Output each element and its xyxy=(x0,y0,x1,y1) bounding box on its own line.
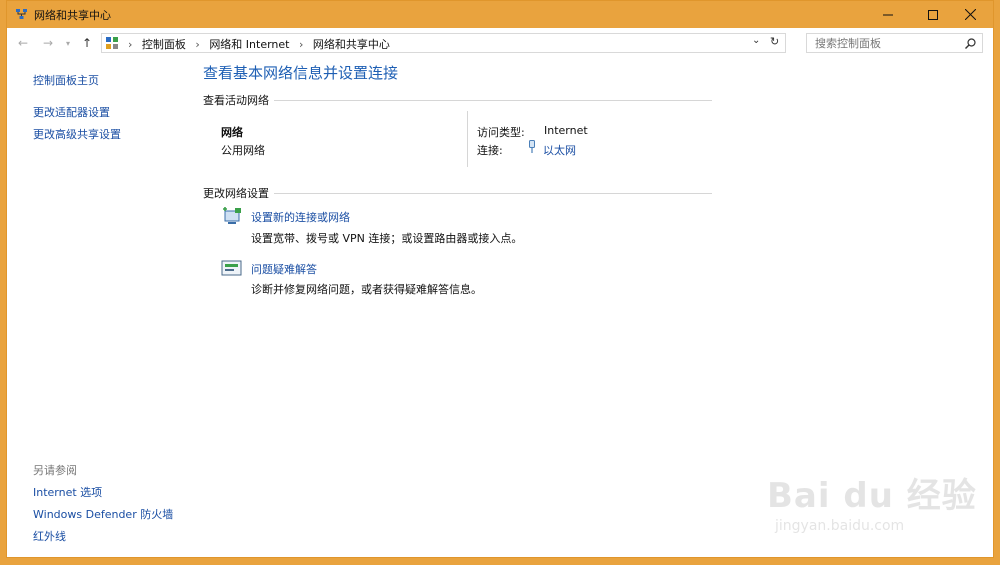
close-icon xyxy=(964,9,976,20)
search-input[interactable] xyxy=(813,36,957,51)
sidebar-item-adapter-settings[interactable]: 更改适配器设置 xyxy=(33,104,110,120)
breadcrumb: › 控制面板 › 网络和 Internet › 网络和共享中心 xyxy=(128,38,390,51)
refresh-icon[interactable]: ↻ xyxy=(770,35,779,48)
sidebar-item-advanced-sharing[interactable]: 更改高级共享设置 xyxy=(33,126,121,142)
sidebar-link-internet-options[interactable]: Internet 选项 xyxy=(33,484,102,500)
watermark: Bai du 经验 jingyan.baidu.com xyxy=(767,456,976,546)
access-type-value: Internet xyxy=(544,124,588,137)
vertical-divider xyxy=(467,111,468,167)
troubleshoot-link[interactable]: 问题疑难解答 xyxy=(251,261,317,277)
change-settings-heading: 更改网络设置 xyxy=(203,187,269,200)
sidebar-link-infrared[interactable]: 红外线 xyxy=(33,528,66,544)
new-connection-icon xyxy=(223,207,241,224)
watermark-text: Bai du 经验 xyxy=(767,476,977,516)
sidebar-item-home[interactable]: 控制面板主页 xyxy=(33,72,99,88)
ethernet-icon xyxy=(529,140,535,153)
control-panel-window: 网络和共享中心 ← → ▾ ↑ › 控制面板 › 网络和 Internet › … xyxy=(6,0,994,558)
search-icon[interactable] xyxy=(965,38,976,49)
forward-button[interactable]: → xyxy=(43,36,53,50)
breadcrumb-item[interactable]: 网络和 Internet xyxy=(209,38,289,51)
title-bar[interactable]: 网络和共享中心 xyxy=(7,1,993,28)
breadcrumb-item[interactable]: 网络和共享中心 xyxy=(313,38,390,51)
troubleshoot-icon xyxy=(221,260,242,276)
setup-connection-description: 设置宽带、拨号或 VPN 连接；或设置路由器或接入点。 xyxy=(251,232,523,245)
sidebar-link-firewall[interactable]: Windows Defender 防火墙 xyxy=(33,506,173,522)
ethernet-connection-link[interactable]: 以太网 xyxy=(543,142,576,158)
page-title: 查看基本网络信息并设置连接 xyxy=(203,64,399,82)
active-networks-heading: 查看活动网络 xyxy=(203,94,269,107)
breadcrumb-item[interactable]: 控制面板 xyxy=(142,38,186,51)
up-button[interactable]: ↑ xyxy=(82,36,92,50)
network-center-icon xyxy=(16,9,27,19)
troubleshoot-description: 诊断并修复网络问题，或者获得疑难解答信息。 xyxy=(251,283,482,296)
search-box xyxy=(806,33,983,53)
back-button[interactable]: ← xyxy=(18,36,28,50)
address-dropdown-icon[interactable]: ⌄ xyxy=(752,35,760,46)
network-name: 网络 xyxy=(221,126,243,139)
see-also-heading: 另请参阅 xyxy=(33,464,77,477)
minimize-button[interactable] xyxy=(865,1,911,28)
control-panel-icon xyxy=(106,37,118,49)
address-bar[interactable]: › 控制面板 › 网络和 Internet › 网络和共享中心 ⌄ ↻ xyxy=(101,33,786,53)
navigation-bar: ← → ▾ ↑ › 控制面板 › 网络和 Internet › 网络和共享中心 … xyxy=(7,28,993,58)
connection-label: 连接: xyxy=(477,144,503,157)
section-divider xyxy=(274,100,712,101)
watermark-subtext: jingyan.baidu.com xyxy=(775,518,905,534)
close-button[interactable] xyxy=(947,1,993,28)
setup-connection-link[interactable]: 设置新的连接或网络 xyxy=(251,209,350,225)
access-type-label: 访问类型: xyxy=(477,126,525,139)
recent-locations-dropdown[interactable]: ▾ xyxy=(66,39,70,48)
minimize-icon xyxy=(883,14,893,15)
taskbar-edge xyxy=(6,558,994,565)
section-divider xyxy=(274,193,712,194)
maximize-icon xyxy=(928,9,938,20)
window-title: 网络和共享中心 xyxy=(34,9,111,22)
network-type: 公用网络 xyxy=(221,144,265,157)
